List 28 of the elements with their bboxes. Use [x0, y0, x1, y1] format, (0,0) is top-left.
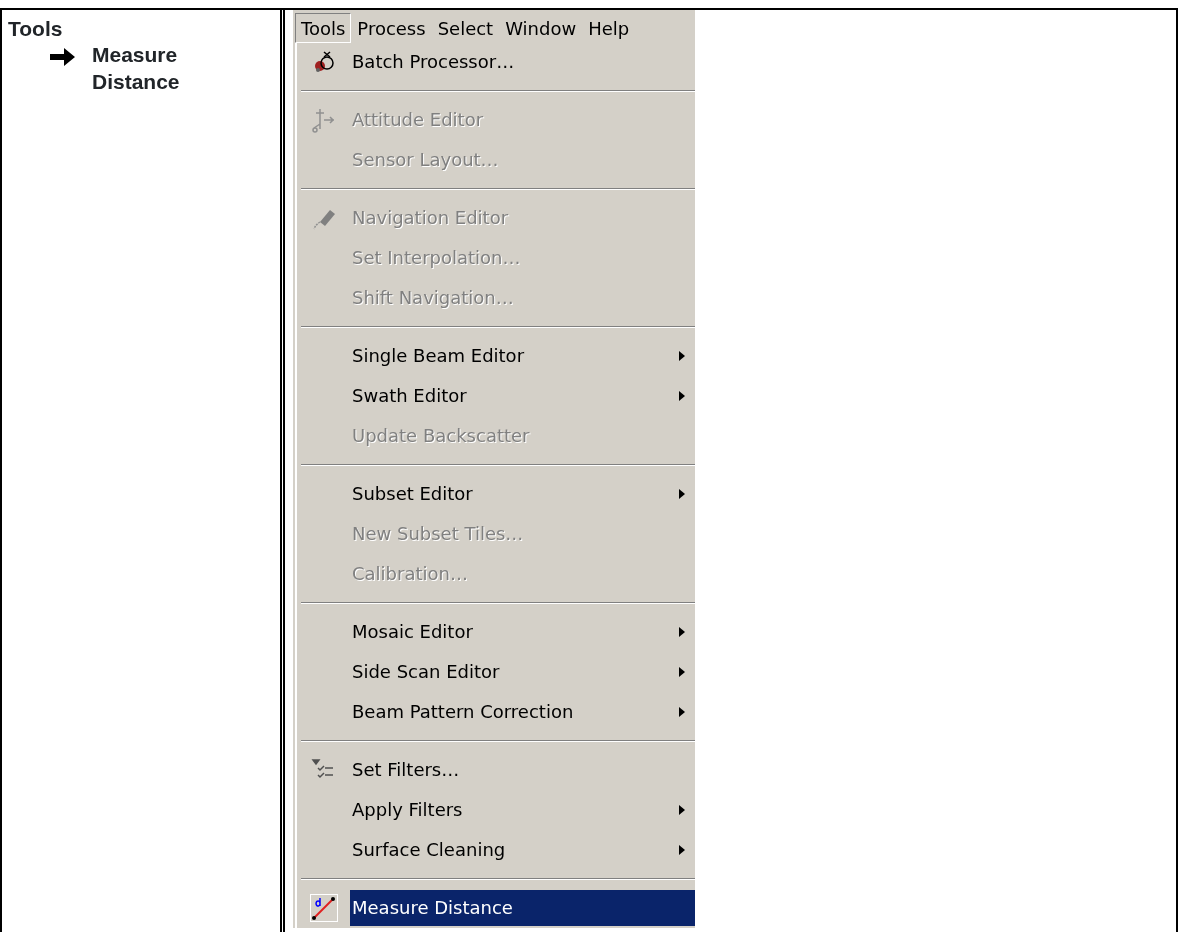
submenu-arrow-icon	[677, 389, 687, 403]
menu-item[interactable]: Batch Processor…	[350, 44, 695, 80]
right-arrow-icon	[50, 47, 76, 68]
menu-item[interactable]: Surface Cleaning	[350, 832, 695, 868]
submenu-arrow-icon	[677, 487, 687, 501]
menu-bar-item[interactable]: Window	[499, 13, 583, 43]
menu-item[interactable]: Swath Editor	[350, 378, 695, 414]
menu-item[interactable]: Single Beam Editor	[350, 338, 695, 374]
menu-item[interactable]: Side Scan Editor	[350, 654, 695, 690]
menu-item[interactable]: Measure Distance	[350, 890, 695, 926]
menu-item[interactable]: Subset Editor	[350, 476, 695, 512]
submenu-arrow-icon	[677, 349, 687, 363]
measure-distance-icon	[309, 894, 338, 922]
submenu-arrow-icon	[677, 705, 687, 719]
menu-item[interactable]: Set Filters…	[350, 752, 695, 788]
submenu-arrow-icon	[677, 843, 687, 857]
submenu-arrow-icon	[677, 665, 687, 679]
menu-item[interactable]: Mosaic Editor	[350, 614, 695, 650]
menu-bar-item[interactable]: Tools	[295, 13, 352, 43]
menu-item[interactable]: Beam Pattern Correction	[350, 694, 695, 730]
menu-bar-item[interactable]: Process	[351, 13, 432, 43]
step-text: Measure Distance	[92, 42, 181, 95]
submenu-arrow-icon	[677, 625, 687, 639]
step-heading: Tools	[8, 16, 63, 42]
menu-item[interactable]: Apply Filters	[350, 792, 695, 828]
menu-bar-item[interactable]: Help	[582, 13, 636, 43]
submenu-arrow-icon	[677, 803, 687, 817]
menu-bar-item[interactable]: Select	[431, 13, 500, 43]
